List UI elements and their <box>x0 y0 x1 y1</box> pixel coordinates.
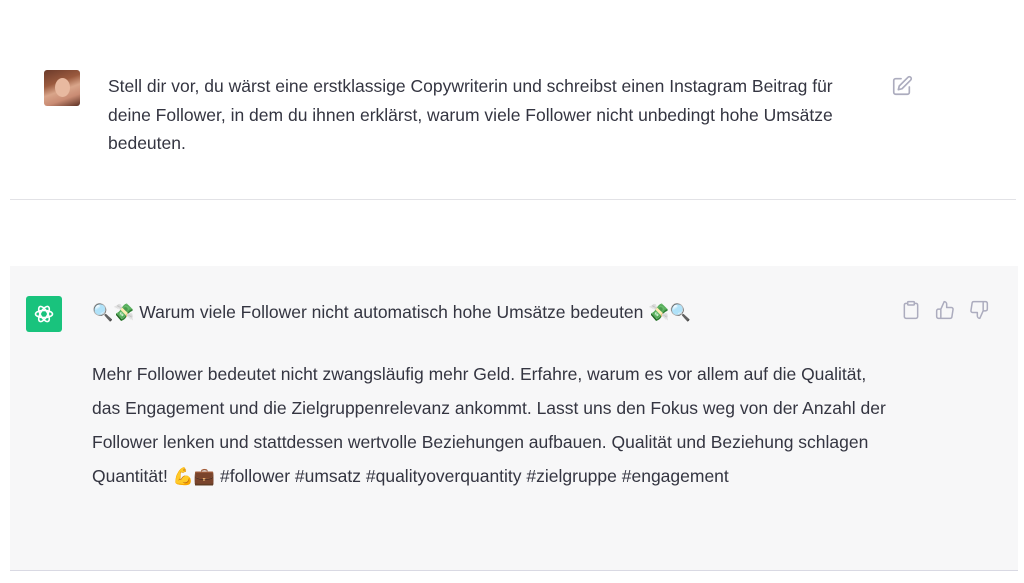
message-divider <box>10 199 1016 200</box>
clipboard-icon[interactable] <box>901 300 921 320</box>
assistant-message-title: 🔍💸 Warum viele Follower nicht automatisc… <box>92 298 812 327</box>
hashtags: #follower #umsatz #qualityoverquantity #… <box>219 466 729 486</box>
title-emoji-left: 🔍💸 <box>92 303 135 323</box>
user-avatar <box>44 70 80 106</box>
body-emojis: 💪💼 <box>172 467 216 487</box>
thumbs-down-icon[interactable] <box>969 300 989 320</box>
edit-icon[interactable] <box>891 75 913 97</box>
title-emoji-right: 💸🔍 <box>648 303 691 323</box>
user-avatar-face <box>55 78 70 97</box>
assistant-message-body: Mehr Follower bedeutet nicht zwangsläufi… <box>92 357 892 494</box>
openai-logo-icon <box>26 296 62 332</box>
message-divider-bottom <box>10 570 1018 571</box>
thumbs-up-icon[interactable] <box>935 300 955 320</box>
title-text: Warum viele Follower nicht automatisch h… <box>139 302 644 322</box>
user-message-text: Stell dir vor, du wärst eine erstklassig… <box>108 76 833 153</box>
